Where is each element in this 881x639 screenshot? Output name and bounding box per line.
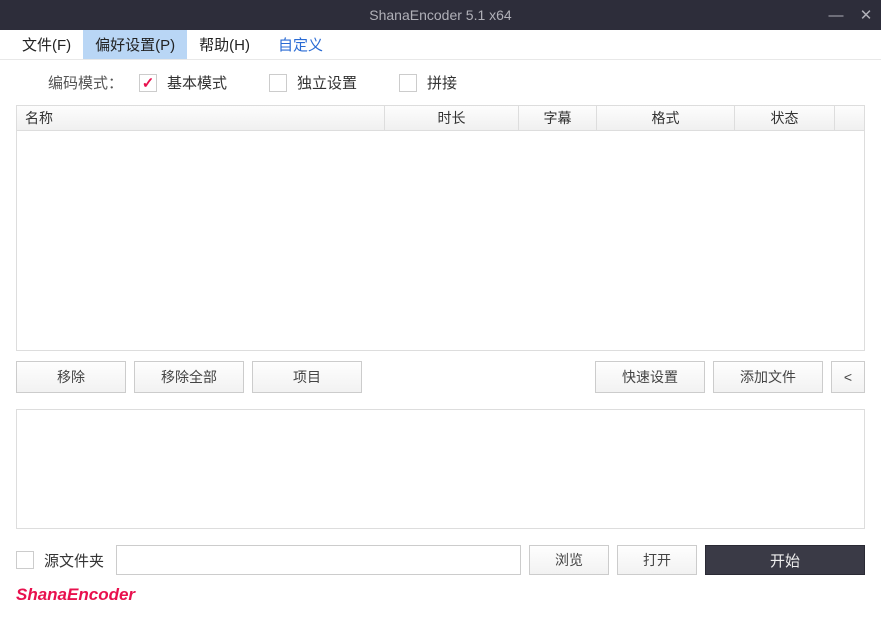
open-button[interactable]: 打开 <box>617 545 697 575</box>
mode-basic-checkbox[interactable]: 基本模式 <box>139 72 227 93</box>
menubar: 文件(F) 偏好设置(P) 帮助(H) 自定义 <box>0 30 881 60</box>
checkbox-icon <box>16 551 34 569</box>
column-format[interactable]: 格式 <box>597 106 735 130</box>
source-folder-checkbox[interactable]: 源文件夹 <box>16 550 104 571</box>
mode-independent-label: 独立设置 <box>297 72 357 93</box>
column-scroll-spacer <box>835 106 864 130</box>
main-content: 名称 时长 字幕 格式 状态 移除 移除全部 项目 快速设置 添加文件 < 源文… <box>0 105 881 575</box>
log-area[interactable] <box>16 409 865 529</box>
action-button-row: 移除 移除全部 项目 快速设置 添加文件 < <box>16 361 865 393</box>
minimize-button[interactable]: — <box>821 0 851 30</box>
source-folder-label: 源文件夹 <box>44 550 104 571</box>
column-name[interactable]: 名称 <box>17 106 385 130</box>
close-button[interactable]: ✕ <box>851 0 881 30</box>
output-row: 源文件夹 浏览 打开 开始 <box>16 545 865 575</box>
output-path-input[interactable] <box>116 545 521 575</box>
check-icon <box>139 74 157 92</box>
remove-button[interactable]: 移除 <box>16 361 126 393</box>
item-button[interactable]: 项目 <box>252 361 362 393</box>
column-status[interactable]: 状态 <box>735 106 835 130</box>
checkbox-icon <box>269 74 287 92</box>
menu-file[interactable]: 文件(F) <box>10 30 83 59</box>
add-file-button[interactable]: 添加文件 <box>713 361 823 393</box>
collapse-button[interactable]: < <box>831 361 865 393</box>
titlebar: ShanaEncoder 5.1 x64 — ✕ <box>0 0 881 30</box>
quick-setting-button[interactable]: 快速设置 <box>595 361 705 393</box>
mode-basic-label: 基本模式 <box>167 72 227 93</box>
brand-label: ShanaEncoder <box>0 575 881 605</box>
file-table-header: 名称 时长 字幕 格式 状态 <box>16 105 865 131</box>
start-button[interactable]: 开始 <box>705 545 865 575</box>
remove-all-button[interactable]: 移除全部 <box>134 361 244 393</box>
menu-help[interactable]: 帮助(H) <box>187 30 262 59</box>
file-table-body[interactable] <box>16 131 865 351</box>
encoding-mode-row: 编码模式： 基本模式 独立设置 拼接 <box>0 60 881 105</box>
window-title: ShanaEncoder 5.1 x64 <box>369 7 511 23</box>
mode-concat-label: 拼接 <box>427 72 457 93</box>
mode-concat-checkbox[interactable]: 拼接 <box>399 72 457 93</box>
encoding-mode-label: 编码模式： <box>48 72 123 93</box>
browse-button[interactable]: 浏览 <box>529 545 609 575</box>
checkbox-icon <box>399 74 417 92</box>
spacer <box>370 361 587 393</box>
menu-custom[interactable]: 自定义 <box>266 30 335 59</box>
menu-preferences[interactable]: 偏好设置(P) <box>83 30 187 59</box>
column-subtitle[interactable]: 字幕 <box>519 106 597 130</box>
window-controls: — ✕ <box>821 0 881 30</box>
column-duration[interactable]: 时长 <box>385 106 519 130</box>
mode-independent-checkbox[interactable]: 独立设置 <box>269 72 357 93</box>
